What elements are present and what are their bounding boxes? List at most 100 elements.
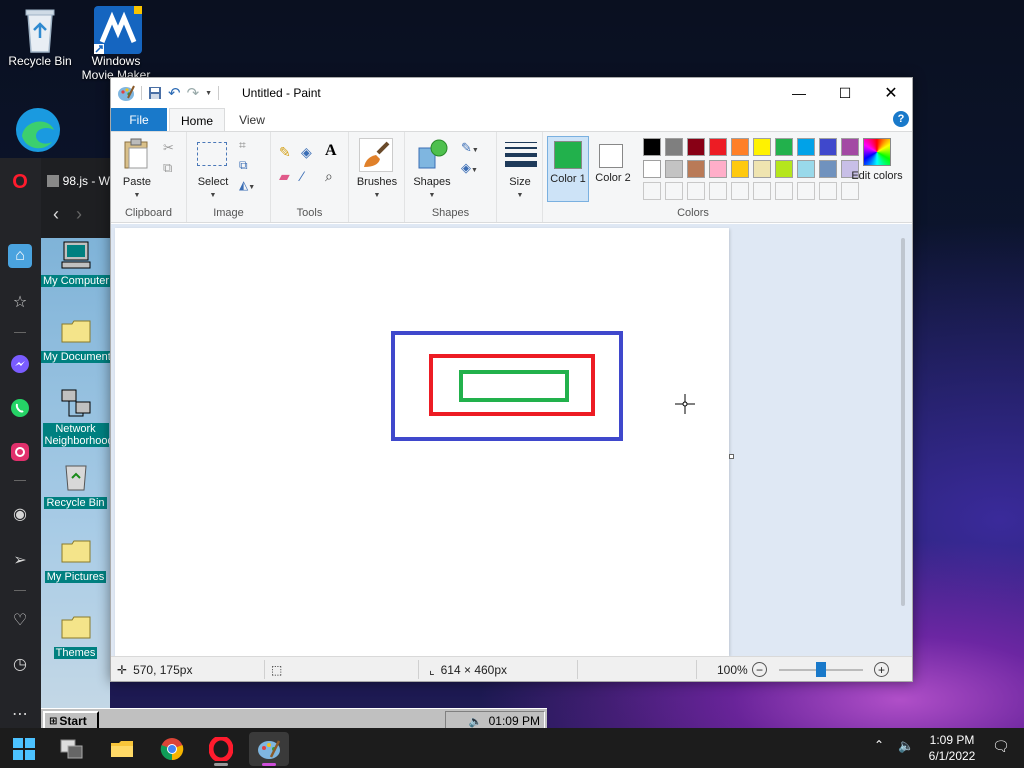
custom-color-slot[interactable] xyxy=(841,182,859,200)
zoom-out-button[interactable]: − xyxy=(752,657,767,682)
palette-swatch[interactable] xyxy=(819,160,837,178)
chrome-button[interactable] xyxy=(152,732,192,766)
paint-app-icon[interactable] xyxy=(117,84,135,102)
palette-swatch[interactable] xyxy=(709,138,727,156)
tab-view[interactable]: View xyxy=(229,108,275,131)
desktop-icon-recycle-bin[interactable]: Recycle Bin xyxy=(0,6,80,68)
opera-logo-icon[interactable]: O xyxy=(8,170,32,194)
custom-color-slot[interactable] xyxy=(819,182,837,200)
text-icon[interactable]: A xyxy=(325,142,337,160)
home-icon[interactable]: ⌂ xyxy=(8,244,32,268)
edit-colors-icon[interactable] xyxy=(863,138,891,166)
palette-swatch[interactable] xyxy=(665,138,683,156)
palette-swatch[interactable] xyxy=(775,160,793,178)
send-icon[interactable]: ➢ xyxy=(8,548,32,572)
vertical-scrollbar[interactable] xyxy=(901,238,905,606)
start-button[interactable] xyxy=(4,732,44,766)
minimize-button[interactable]: — xyxy=(776,78,822,108)
redo-icon[interactable]: ↷ xyxy=(187,84,200,102)
player-icon[interactable]: ◉ xyxy=(8,502,32,526)
eraser-icon[interactable]: ▰ xyxy=(279,168,290,185)
palette-swatch[interactable] xyxy=(687,160,705,178)
crop-icon[interactable]: ⌗ xyxy=(239,138,246,153)
custom-color-slot[interactable] xyxy=(797,182,815,200)
w98-network[interactable]: Network Neighborhood xyxy=(41,388,110,447)
palette-swatch[interactable] xyxy=(797,138,815,156)
palette-swatch[interactable] xyxy=(775,138,793,156)
w98-themes[interactable]: Themes xyxy=(41,612,110,659)
select-button[interactable]: Select ▼ xyxy=(191,176,235,202)
volume-icon[interactable]: 🔈 xyxy=(898,738,914,754)
custom-color-slot[interactable] xyxy=(687,182,705,200)
speaker-icon[interactable]: 🔈 xyxy=(469,715,483,728)
custom-color-slot[interactable] xyxy=(775,182,793,200)
task-view-button[interactable] xyxy=(52,732,92,766)
cut-icon[interactable]: ✂ xyxy=(163,140,174,156)
custom-color-slot[interactable] xyxy=(709,182,727,200)
magnifier-icon[interactable]: ⌕ xyxy=(325,168,333,185)
pencil-icon[interactable]: ✎ xyxy=(279,144,291,161)
canvas-resize-handle[interactable] xyxy=(729,454,734,459)
color1-button[interactable]: Color 1 xyxy=(547,136,589,202)
file-explorer-button[interactable] xyxy=(102,732,142,766)
save-icon[interactable] xyxy=(148,86,162,100)
palette-swatch[interactable] xyxy=(687,138,705,156)
custom-color-slot[interactable] xyxy=(753,182,771,200)
brushes-group[interactable]: Brushes ▼ xyxy=(349,132,405,222)
color-picker-icon[interactable]: ⁄ xyxy=(301,168,303,184)
maximize-button[interactable]: ☐ xyxy=(822,78,868,108)
shapes-icon[interactable] xyxy=(415,138,449,173)
notifications-icon[interactable]: 🗨 xyxy=(992,738,1010,755)
palette-swatch[interactable] xyxy=(731,160,749,178)
rotate-icon[interactable]: ◭▼ xyxy=(239,178,255,192)
resize-icon[interactable]: ⧉ xyxy=(239,158,248,173)
size-group[interactable]: Size ▼ xyxy=(497,132,543,222)
w98-my-computer[interactable]: My Computer xyxy=(41,240,110,287)
zoom-slider-thumb[interactable] xyxy=(816,662,826,677)
w98-my-pictures[interactable]: My Pictures xyxy=(41,536,110,583)
history-icon[interactable]: ◷ xyxy=(8,652,32,676)
tab-file[interactable]: File xyxy=(111,108,167,131)
outline-icon[interactable]: ✎▼ xyxy=(461,140,479,156)
color2-button[interactable]: Color 2 xyxy=(593,136,635,202)
back-button[interactable]: ‹ › xyxy=(41,204,110,226)
palette-swatch[interactable] xyxy=(753,160,771,178)
forward-button[interactable]: › xyxy=(76,204,82,224)
fill-icon[interactable]: ◈ xyxy=(301,144,312,161)
opera-button[interactable] xyxy=(201,732,241,766)
shapes-button[interactable]: Shapes ▼ xyxy=(405,176,459,202)
show-hidden-icons-icon[interactable]: ⌃ xyxy=(874,738,884,752)
paint-button[interactable] xyxy=(249,732,289,766)
w98-recycle-bin[interactable]: Recycle Bin xyxy=(41,460,110,509)
taskbar-clock[interactable]: 1:09 PM 6/1/2022 xyxy=(918,732,986,764)
palette-swatch[interactable] xyxy=(819,138,837,156)
tab-home[interactable]: Home xyxy=(169,108,225,132)
custom-color-slot[interactable] xyxy=(643,182,661,200)
palette-swatch[interactable] xyxy=(643,138,661,156)
drawing-canvas[interactable] xyxy=(115,228,729,656)
browser-tab[interactable]: 98.js - W xyxy=(41,170,110,192)
palette-swatch[interactable] xyxy=(643,160,661,178)
whatsapp-icon[interactable] xyxy=(8,396,32,420)
palette-swatch[interactable] xyxy=(709,160,727,178)
palette-swatch[interactable] xyxy=(753,138,771,156)
close-button[interactable]: ✕ xyxy=(868,78,914,108)
palette-swatch[interactable] xyxy=(841,138,859,156)
desktop-icon-movie-maker[interactable]: Windows Movie Maker xyxy=(76,6,156,82)
paste-button[interactable]: Paste ▼ xyxy=(115,176,159,202)
help-button[interactable]: ? xyxy=(893,111,909,127)
heart-icon[interactable]: ♡ xyxy=(8,608,32,632)
fill-shape-icon[interactable]: ◈▼ xyxy=(461,160,478,176)
zoom-in-button[interactable]: + xyxy=(874,657,889,682)
edit-colors-button[interactable]: Edit colors xyxy=(851,170,903,182)
palette-swatch[interactable] xyxy=(731,138,749,156)
star-icon[interactable]: ☆ xyxy=(8,290,32,314)
instagram-icon[interactable] xyxy=(8,440,32,464)
more-icon[interactable]: ⋯ xyxy=(8,702,32,726)
copy-icon[interactable]: ⧉ xyxy=(163,160,172,176)
edge-icon[interactable] xyxy=(14,106,62,154)
palette-swatch[interactable] xyxy=(665,160,683,178)
custom-color-slot[interactable] xyxy=(731,182,749,200)
undo-icon[interactable]: ↶ xyxy=(168,84,181,102)
w98-my-documents[interactable]: My Documents xyxy=(41,316,110,363)
